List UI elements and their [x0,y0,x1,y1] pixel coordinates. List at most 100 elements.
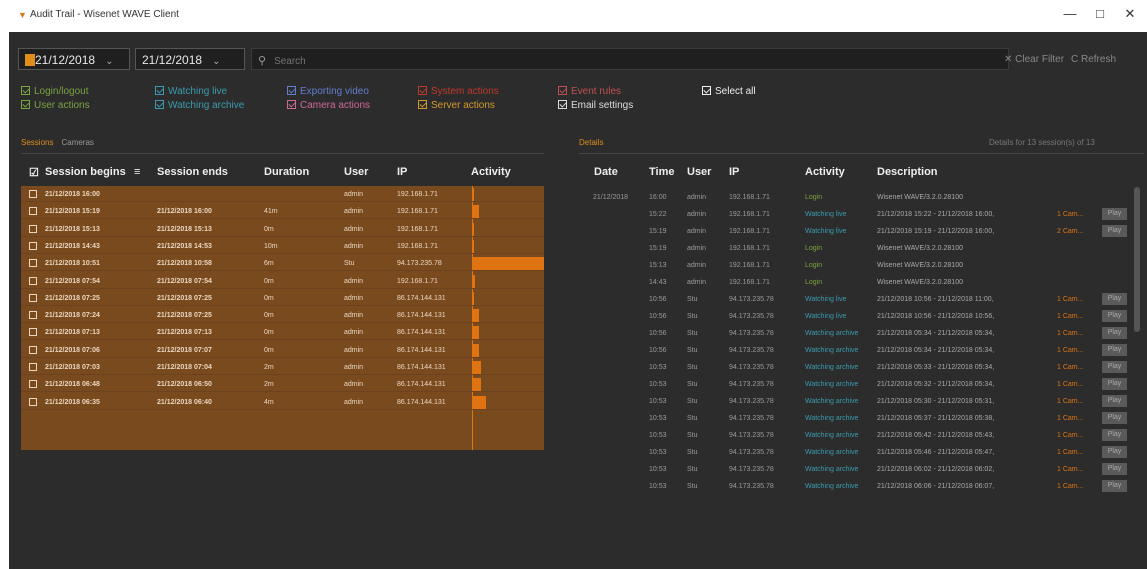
camera-link[interactable]: 1 Cam... [1057,381,1083,388]
filter-checkbox[interactable]: Email settings [558,100,633,111]
detail-row[interactable]: 10:56 Stu 94.173.235.78 Watching live 21/12/… [579,291,1139,308]
play-button[interactable]: Play [1102,395,1127,407]
detail-row[interactable]: 15:19 admin 192.168.1.71 Login Wisenet WAVE/… [579,240,1139,257]
detail-row[interactable]: 10:53 Stu 94.173.235.78 Watching archive 21/… [579,393,1139,410]
col-user[interactable]: User [344,166,368,178]
filter-checkbox[interactable]: User actions [21,100,90,111]
col-ip[interactable]: IP [397,166,407,178]
detail-row[interactable]: 21/12/2018 16:00 admin 192.168.1.71 Login Wis… [579,189,1139,206]
col-detail-user[interactable]: User [687,166,711,178]
camera-link[interactable]: 1 Cam... [1057,449,1083,456]
filter-checkbox[interactable]: Exporting video [287,86,369,97]
filter-checkbox[interactable]: Select all [702,86,756,97]
session-row[interactable]: 21/12/2018 07:25 21/12/2018 07:25 0m admin 8… [21,290,544,306]
play-button[interactable]: Play [1102,463,1127,475]
play-button[interactable]: Play [1102,225,1127,237]
filter-checkbox[interactable]: Server actions [418,100,495,111]
play-button[interactable]: Play [1102,378,1127,390]
session-row[interactable]: 21/12/2018 06:35 21/12/2018 06:40 4m admin 8… [21,394,544,410]
play-button[interactable]: Play [1102,293,1127,305]
play-button[interactable]: Play [1102,446,1127,458]
detail-row[interactable]: 15:22 admin 192.168.1.71 Watching live 21/12… [579,206,1139,223]
camera-link[interactable]: 2 Cam... [1057,228,1083,235]
filter-checkbox[interactable]: Login/logout [21,86,89,97]
camera-link[interactable]: 1 Cam... [1057,483,1083,490]
play-button[interactable]: Play [1102,327,1127,339]
detail-row[interactable]: 10:53 Stu 94.173.235.78 Watching archive 21/… [579,461,1139,478]
col-description[interactable]: Description [877,166,938,178]
col-detail-activity[interactable]: Activity [805,166,845,178]
filter-checkbox[interactable]: System actions [418,86,499,97]
tab-sessions[interactable]: Sessions [21,138,53,147]
tab-cameras[interactable]: Cameras [61,138,93,147]
row-checkbox[interactable] [29,293,37,302]
search-input[interactable] [274,56,975,67]
play-button[interactable]: Play [1102,480,1127,492]
detail-row[interactable]: 10:56 Stu 94.173.235.78 Watching live 21/12/… [579,308,1139,325]
col-detail-ip[interactable]: IP [729,166,739,178]
filter-checkbox[interactable]: Camera actions [287,100,370,111]
camera-link[interactable]: 1 Cam... [1057,330,1083,337]
detail-row[interactable]: 14:43 admin 192.168.1.71 Login Wisenet WAVE/… [579,274,1139,291]
col-activity[interactable]: Activity [471,166,511,178]
tab-details[interactable]: Details [579,138,603,147]
play-button[interactable]: Play [1102,208,1127,220]
play-button[interactable]: Play [1102,429,1127,441]
details-scrollbar[interactable] [1134,187,1140,332]
session-row[interactable]: 21/12/2018 07:24 21/12/2018 07:25 0m admin 8… [21,307,544,324]
filter-checkbox[interactable]: Watching live [155,86,227,97]
col-session-ends[interactable]: Session ends [157,166,228,178]
clear-filter-button[interactable]: ✕ Clear Filter [1004,54,1064,65]
row-checkbox[interactable] [29,241,37,250]
session-row[interactable]: 21/12/2018 16:00 admin 192.168.1.71 [21,186,544,202]
close-button[interactable]: ✕ [1118,6,1142,22]
camera-link[interactable]: 1 Cam... [1057,296,1083,303]
detail-row[interactable]: 15:19 admin 192.168.1.71 Watching live 21/12… [579,223,1139,240]
row-checkbox[interactable] [29,207,37,216]
row-checkbox[interactable] [29,380,37,389]
row-checkbox[interactable] [29,345,37,354]
row-checkbox[interactable] [29,190,37,198]
sort-icon[interactable]: ≡ [134,166,140,178]
col-duration[interactable]: Duration [264,166,309,178]
detail-row[interactable]: 10:53 Stu 94.173.235.78 Watching archive 21/… [579,444,1139,461]
refresh-button[interactable]: C Refresh [1071,54,1116,65]
session-row[interactable]: 21/12/2018 07:54 21/12/2018 07:54 0m admin 1… [21,273,544,289]
camera-link[interactable]: 1 Cam... [1057,211,1083,218]
col-date[interactable]: Date [594,166,618,178]
detail-row[interactable]: 10:53 Stu 94.173.235.78 Watching archive 21/… [579,478,1139,495]
camera-link[interactable]: 1 Cam... [1057,347,1083,354]
col-session-begins[interactable]: Session begins [45,166,126,178]
camera-link[interactable]: 1 Cam... [1057,432,1083,439]
minimize-button[interactable]: — [1058,6,1082,21]
session-row[interactable]: 21/12/2018 10:51 21/12/2018 10:58 6m Stu 94.… [21,255,544,272]
row-checkbox[interactable] [29,363,37,371]
session-row[interactable]: 21/12/2018 07:06 21/12/2018 07:07 0m admin 8… [21,342,544,358]
session-row[interactable]: 21/12/2018 07:03 21/12/2018 07:04 2m admin 8… [21,359,544,375]
session-row[interactable]: 21/12/2018 15:13 21/12/2018 15:13 0m admin 1… [21,221,544,237]
detail-row[interactable]: 10:53 Stu 94.173.235.78 Watching archive 21/… [579,359,1139,376]
detail-row[interactable]: 10:56 Stu 94.173.235.78 Watching archive 21/… [579,342,1139,359]
session-row[interactable]: 21/12/2018 07:13 21/12/2018 07:13 0m admin 8… [21,324,544,341]
play-button[interactable]: Play [1102,361,1127,373]
col-time[interactable]: Time [649,166,674,178]
camera-link[interactable]: 1 Cam... [1057,415,1083,422]
row-checkbox[interactable] [29,276,37,285]
filter-checkbox[interactable]: Watching archive [155,100,244,111]
date-to-picker[interactable]: 21/12/2018 ⌄ [135,48,245,70]
camera-link[interactable]: 1 Cam... [1057,398,1083,405]
session-row[interactable]: 21/12/2018 15:19 21/12/2018 16:00 41m admin… [21,203,544,220]
row-checkbox[interactable] [29,259,37,268]
filter-checkbox[interactable]: Event rules [558,86,621,97]
detail-row[interactable]: 10:53 Stu 94.173.235.78 Watching archive 21/… [579,410,1139,427]
row-checkbox[interactable] [29,328,37,337]
play-button[interactable]: Play [1102,412,1127,424]
camera-link[interactable]: 1 Cam... [1057,313,1083,320]
search-box[interactable]: ⚲ [251,48,1009,70]
session-row[interactable]: 21/12/2018 14:43 21/12/2018 14:53 10m admin… [21,238,544,254]
date-from-picker[interactable]: 21/12/2018 ⌄ [18,48,130,70]
session-row[interactable]: 21/12/2018 06:48 21/12/2018 06:50 2m admin 8… [21,376,544,393]
detail-row[interactable]: 10:53 Stu 94.173.235.78 Watching archive 21/… [579,376,1139,393]
detail-row[interactable]: 10:56 Stu 94.173.235.78 Watching archive 21/… [579,325,1139,342]
play-button[interactable]: Play [1102,310,1127,322]
